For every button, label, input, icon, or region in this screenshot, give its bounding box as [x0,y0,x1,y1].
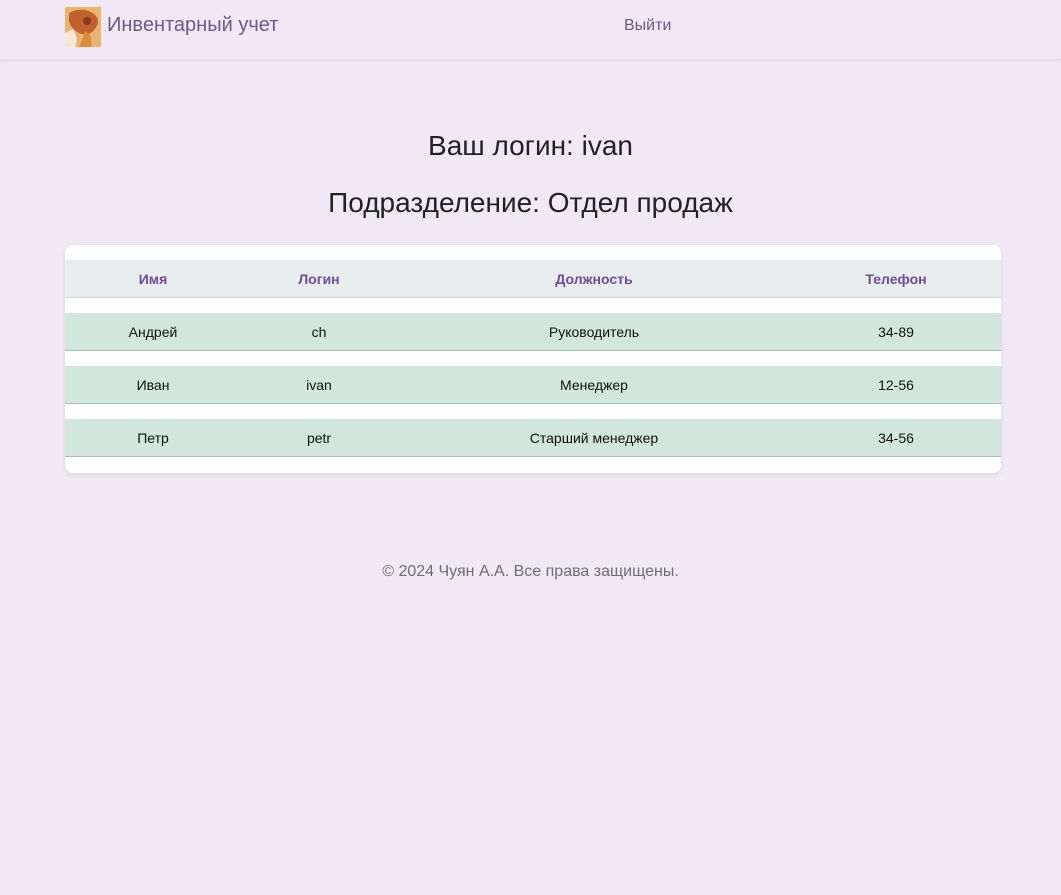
table-row: Андрей ch Руководитель 34-89 [65,313,1001,351]
cell-position: Менеджер [397,366,791,404]
logout-link[interactable]: Выйти [624,17,671,35]
table-row: Иван ivan Менеджер 12-56 [65,366,1001,404]
table-header-row: Имя Логин Должность Телефон [65,260,1001,298]
cell-name: Петр [65,419,241,457]
employees-table: Имя Логин Должность Телефон Андрей ch Ру… [65,245,1001,472]
login-heading: Ваш логин: ivan [428,130,633,161]
cell-login: petr [241,419,397,457]
cell-position: Старший менеджер [397,419,791,457]
column-header-phone: Телефон [791,260,1001,298]
cell-phone: 34-89 [791,313,1001,351]
column-header-name: Имя [65,260,241,298]
department-heading: Подразделение: Отдел продаж [328,187,733,218]
employees-table-card: Имя Логин Должность Телефон Андрей ch Ру… [65,245,1001,473]
page-footer: © 2024 Чуян А.А. Все права защищены. [382,563,679,580]
cell-phone: 34-56 [791,419,1001,457]
top-navbar: Инвентарный учет Выйти [0,0,1061,60]
brand-link[interactable]: Инвентарный учет [65,7,278,47]
cell-login: ch [241,313,397,351]
cell-login: ivan [241,366,397,404]
column-header-position: Должность [397,260,791,298]
column-header-login: Логин [241,260,397,298]
cell-position: Руководитель [397,313,791,351]
cell-phone: 12-56 [791,366,1001,404]
cell-name: Иван [65,366,241,404]
brand-name: Инвентарный учет [107,14,279,36]
brand-logo [65,7,101,47]
table-row: Петр petr Старший менеджер 34-56 [65,419,1001,457]
cell-name: Андрей [65,313,241,351]
